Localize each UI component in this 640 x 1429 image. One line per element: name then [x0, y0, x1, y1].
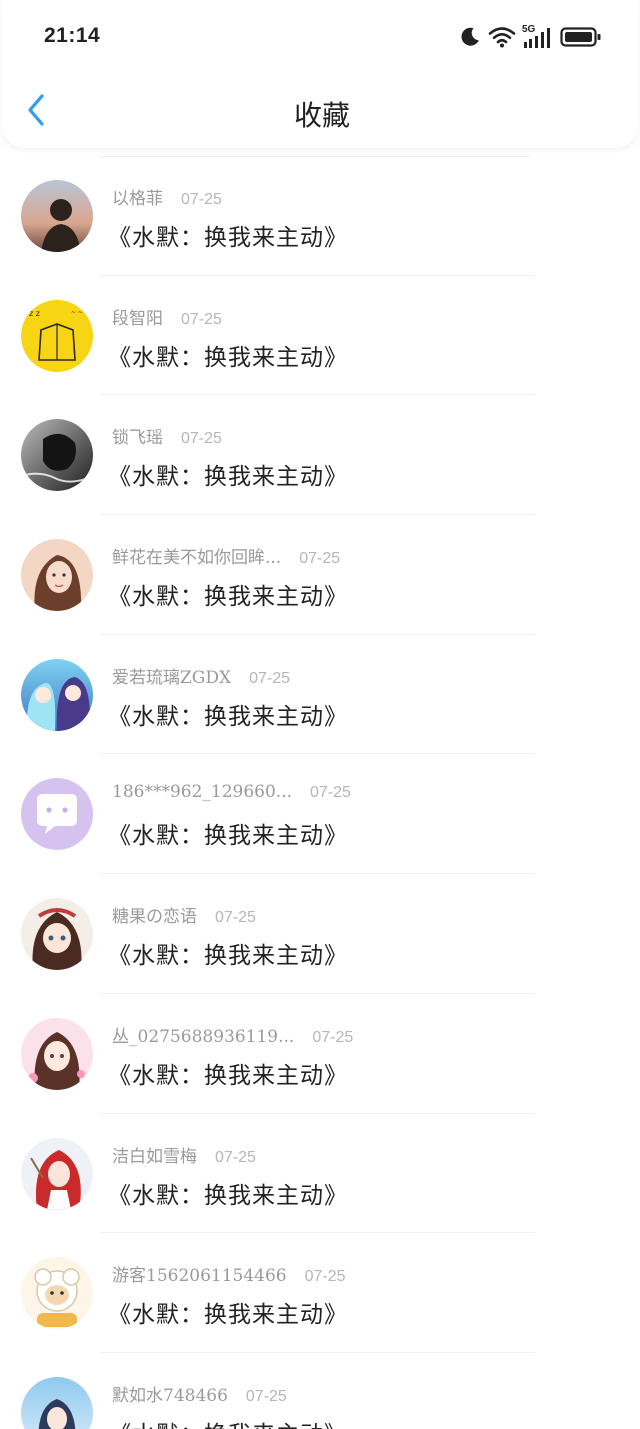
battery-icon [560, 25, 602, 49]
date-label: 07-25 [181, 430, 222, 448]
list-item[interactable]: 锁飞瑶 07-25 《水默：换我来主动》 [0, 395, 640, 516]
wifi-icon [488, 25, 516, 49]
header-card: 21:14 5G 收藏 [2, 0, 638, 148]
status-icons: 5G [458, 22, 602, 52]
nav-bar: 收藏 [2, 76, 640, 148]
list-item[interactable]: 鲜花在美不如你回眸... 07-25 《水默：换我来主动》 [0, 515, 640, 635]
date-label: 07-25 [215, 1148, 256, 1166]
list-item[interactable]: 爱若琉璃ZGDX 07-25 《水默：换我来主动》 [0, 635, 640, 755]
list-item[interactable]: 丛_0275688936119... 07-25 《水默：换我来主动》 [0, 994, 640, 1114]
item-meta: 糖果の恋语 07-25 [112, 902, 256, 927]
page-title: 收藏 [293, 99, 350, 132]
avatar[interactable] [21, 539, 93, 612]
date-label: 07-25 [299, 550, 341, 568]
date-label: 07-25 [181, 191, 222, 208]
username: 丛_0275688936119... [112, 1026, 295, 1047]
avatar[interactable] [21, 419, 93, 492]
date-label: 07-25 [310, 784, 351, 802]
list-item[interactable]: 默如水748466 07-25 《水默：换我来主动》 [0, 1353, 640, 1429]
status-time: 21:14 [44, 24, 101, 47]
book-title[interactable]: 《水默：换我来主动》 [108, 457, 348, 491]
list-item[interactable]: 186***962_129660... 07-25 《水默：换我来主动》 [0, 754, 640, 875]
book-title[interactable]: 《水默：换我来主动》 [108, 577, 348, 611]
book-title[interactable]: 《水默：换我来主动》 [108, 697, 348, 731]
username: 鲜花在美不如你回眸... [112, 548, 282, 569]
item-meta: 爱若琉璃ZGDX 07-25 [112, 663, 290, 688]
username: 默如水748466 [112, 1385, 228, 1406]
item-meta: 以格菲 07-25 [112, 184, 222, 209]
list-item[interactable]: 游客1562061154466 07-25 《水默：换我来主动》 [0, 1233, 640, 1353]
book-title[interactable]: 《水默：换我来主动》 [108, 816, 348, 850]
item-meta: 洁白如雪梅 07-25 [112, 1142, 256, 1167]
avatar[interactable] [21, 1017, 93, 1090]
avatar[interactable] [21, 658, 93, 731]
book-title[interactable]: 《水默：换我来主动》 [108, 1176, 348, 1210]
book-title[interactable]: 《水默：换我来主动》 [108, 1056, 348, 1090]
item-meta: 丛_0275688936119... 07-25 [112, 1022, 353, 1047]
username: 糖果の恋语 [112, 907, 197, 928]
item-meta: 默如水748466 07-25 [112, 1381, 287, 1406]
svg-text:z z: z z [29, 309, 40, 318]
username: 以格菲 [112, 189, 163, 209]
date-label: 07-25 [215, 909, 256, 927]
item-meta: 段智阳 07-25 [112, 304, 222, 329]
item-meta: 游客1562061154466 07-25 [112, 1261, 346, 1286]
svg-text:~ ~: ~ ~ [71, 309, 83, 316]
avatar[interactable] [21, 1376, 93, 1429]
username: 爱若琉璃ZGDX [112, 667, 232, 688]
date-label: 07-25 [181, 310, 222, 328]
moon-icon [458, 25, 482, 49]
book-title[interactable]: 《水默：换我来主动》 [108, 218, 348, 252]
book-title[interactable]: 《水默：换我来主动》 [108, 936, 348, 970]
list-item[interactable]: 以格菲 07-25 《水默：换我来主动》 [0, 156, 640, 276]
list-item[interactable]: 洁白如雪梅 07-25 《水默：换我来主动》 [0, 1114, 640, 1234]
book-title[interactable]: 《水默：换我来主动》 [108, 338, 348, 372]
username: 洁白如雪梅 [112, 1146, 197, 1167]
date-label: 07-25 [312, 1028, 354, 1046]
book-title[interactable]: 《水默：换我来主动》 [108, 1295, 348, 1329]
avatar[interactable] [21, 898, 93, 971]
status-bar: 21:14 5G [2, 0, 640, 72]
signal-icon: 5G [522, 24, 554, 50]
item-meta: 186***962_129660... 07-25 [112, 782, 351, 802]
favorites-list: 以格菲 07-25 《水默：换我来主动》 z z ~ ~ 段智阳 07-25 《水默：换我来主… [0, 156, 640, 1429]
date-label: 07-25 [245, 1387, 287, 1405]
avatar[interactable] [21, 1257, 93, 1330]
username: 游客1562061154466 [112, 1266, 287, 1287]
book-title[interactable]: 《水默：换我来主动》 [108, 1415, 348, 1429]
avatar[interactable]: z z ~ ~ [21, 299, 93, 372]
date-label: 07-25 [304, 1268, 346, 1286]
avatar[interactable] [21, 1137, 93, 1210]
favorites-page: 以格菲 07-25 《水默：换我来主动》 z z ~ ~ 段智阳 07-25 《水默：换我来主… [0, 0, 640, 1429]
list-item[interactable]: 糖果の恋语 07-25 《水默：换我来主动》 [0, 874, 640, 994]
username: 锁飞瑶 [112, 428, 163, 449]
avatar[interactable] [21, 778, 93, 851]
item-meta: 锁飞瑶 07-25 [112, 423, 222, 448]
list-item[interactable]: z z ~ ~ 段智阳 07-25 《水默：换我来主动》 [0, 276, 640, 396]
item-meta: 鲜花在美不如你回眸... 07-25 [112, 543, 340, 568]
date-label: 07-25 [249, 669, 291, 687]
avatar[interactable] [21, 180, 93, 252]
username: 段智阳 [112, 308, 163, 329]
username: 186***962_129660... [112, 782, 293, 803]
